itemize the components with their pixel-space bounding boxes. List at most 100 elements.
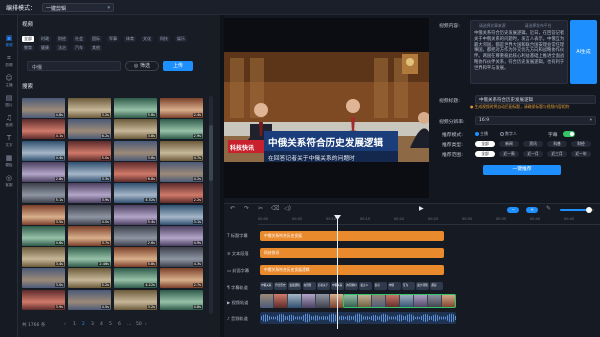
video-thumbnail[interactable]: 3.2s [114,289,157,310]
video-thumbnail[interactable]: 3.6s [114,140,157,161]
sidebar-item-template[interactable]: ▦ 模板 [0,153,18,175]
delete-icon[interactable]: ⌫ [271,205,279,212]
resolution-select[interactable]: 16:9 ▾ [475,116,596,125]
filter-pill[interactable]: 财经 [571,141,591,147]
video-thumbnail[interactable]: 2.4s [160,98,203,118]
subtitle-block[interactable]: 在回答 [302,282,316,290]
video-thumbnail[interactable]: 2.2s [160,183,203,204]
category-chip[interactable]: 健康 [39,45,51,51]
audio-waveform[interactable] [260,312,456,324]
volume-icon[interactable]: ◁) [284,205,291,212]
video-thumbnail[interactable]: 2.8s [22,161,65,182]
category-chip[interactable]: 科技 [158,36,170,42]
category-chip[interactable]: 全部 [22,36,34,42]
page-item[interactable]: 1 [73,322,76,327]
upload-button[interactable]: 上传 [163,61,193,71]
video-thumbnail[interactable]: 4.3s [160,247,203,268]
zoom-in-button[interactable]: + [526,207,538,213]
video-thumbnail[interactable]: 2.6s [114,225,157,246]
mode-select[interactable]: 一键剪辑 ▾ [42,3,114,12]
video-thumbnail[interactable]: 3.8s [114,119,157,140]
video-thumbnail[interactable]: 4.7s [160,140,203,161]
sidebar-item-crop[interactable]: ⌗ 剪辑 [0,53,18,75]
zoom-out-button[interactable]: − [507,207,519,213]
subtitle-block[interactable]: 符合历史 [274,282,288,290]
category-chip[interactable]: 娱乐 [175,36,187,42]
page-item[interactable]: › [145,322,147,327]
category-chip[interactable]: 体育 [124,36,136,42]
category-chip[interactable]: 汽车 [73,45,85,51]
subtitle-block[interactable]: 发展逻辑 [288,282,302,290]
category-chip[interactable]: 教育 [22,45,34,51]
radio-anchor[interactable]: 主播 [475,131,488,137]
video-thumbnail[interactable]: 3.0s [22,268,65,289]
category-chip[interactable]: 文化 [141,36,153,42]
subtitle-block[interactable]: 的问题时 [345,282,359,290]
playhead[interactable] [337,217,338,329]
subtitle-block[interactable]: 发言人 [359,282,373,290]
video-thumbnail[interactable]: 2.7s [160,268,203,289]
sidebar-item-video[interactable]: ▣ 视频 [0,33,18,55]
category-chip[interactable]: 其他 [90,45,102,51]
subtitle-toggle[interactable] [563,131,575,137]
video-thumbnail[interactable]: 4.1s [22,119,65,140]
source-select[interactable]: 请选择文章来源 [479,23,506,28]
video-thumbnail[interactable]: 2.46s [68,247,111,268]
video-thumbnail[interactable]: 3.4s [22,247,65,268]
video-thumbnail[interactable]: 5.4s [114,204,157,225]
category-chip[interactable]: 军事 [107,36,119,42]
video-thumbnail[interactable]: 5.8s [114,247,157,268]
paragraph-clip[interactable]: 科技快讯 [260,248,444,258]
video-thumbnail[interactable]: 3.9s [68,183,111,204]
filter-pill[interactable]: 近三月 [547,151,567,157]
play-icon[interactable]: ▶ [419,205,424,212]
platform-select[interactable]: 请选择发布平台 [525,23,552,28]
search-input[interactable]: 中俄 [27,61,121,71]
subtitle-block[interactable]: 都是 [430,282,444,290]
page-item[interactable]: 50 [136,322,142,327]
video-thumbnail[interactable]: 3.1s [160,204,203,225]
cover-clip[interactable]: 中俄关系符合历史发展逻辑 [260,265,444,275]
subtitle-block[interactable]: 最大邻国 [416,282,430,290]
video-thumbnail[interactable]: 3.7s [68,225,111,246]
video-thumbnail[interactable]: 4.9s [160,225,203,246]
video-thumbnail[interactable]: 4.4s [22,140,65,161]
filter-button[interactable]: ◎ 筛选 [125,61,159,71]
recommend-button[interactable]: 一键推荐 [483,165,561,175]
video-thumbnail[interactable]: 4.12s [114,268,157,289]
filter-pill[interactable]: 近一周 [499,151,519,157]
video-clip-selected[interactable] [343,294,456,308]
video-thumbnail[interactable]: 4.8s [160,289,203,310]
zoom-slider-knob[interactable] [586,207,592,213]
filter-pill[interactable]: 近一月 [523,151,543,157]
video-thumbnail[interactable]: 4.2s [160,161,203,182]
title-clip[interactable]: 中俄关系符合历史发展 [260,231,444,241]
category-chip[interactable]: 社会 [73,36,85,42]
video-thumbnail[interactable]: 4.8s [22,98,65,118]
radio-avatar[interactable]: 数字人 [500,131,517,137]
video-thumbnail[interactable]: 2.9s [160,119,203,140]
subtitle-block[interactable]: 表示 [373,282,387,290]
sidebar-item-headset[interactable]: ◎ 客服 [0,173,18,195]
redo-icon[interactable]: ↷ [244,205,249,212]
filter-pill[interactable]: 科普 [547,141,567,147]
subtitle-block[interactable]: 中俄 [387,282,401,290]
subtitle-block[interactable]: 记者关于 [316,282,330,290]
video-thumbnail[interactable]: 4.0s [68,204,111,225]
page-item[interactable]: 4 [100,322,103,327]
filter-pill[interactable]: 全部 [475,151,495,157]
page-item[interactable]: 2 [82,322,85,327]
video-thumbnail[interactable]: 5.0s [68,140,111,161]
video-thumbnail[interactable]: 3.5s [22,204,65,225]
subtitle-block[interactable]: 互为 [402,282,415,290]
video-thumbnail[interactable]: 5.1s [22,183,65,204]
video-thumbnail[interactable]: 5.2s [68,268,111,289]
sidebar-item-text[interactable]: T 文字 [0,133,18,155]
title-input[interactable]: 中俄关系符合历史发展逻辑 [475,95,596,104]
content-textarea[interactable]: 请选择文章来源 请选择发布平台 中俄关系符合历史发展逻辑。近日，在回答记者关于中… [470,20,568,84]
video-thumbnail[interactable]: 4.5s [68,289,111,310]
page-item[interactable]: 3 [91,322,94,327]
category-chip[interactable]: 法治 [56,45,68,51]
video-thumbnail[interactable]: 6.8s [114,161,157,182]
page-item[interactable]: … [127,322,132,327]
